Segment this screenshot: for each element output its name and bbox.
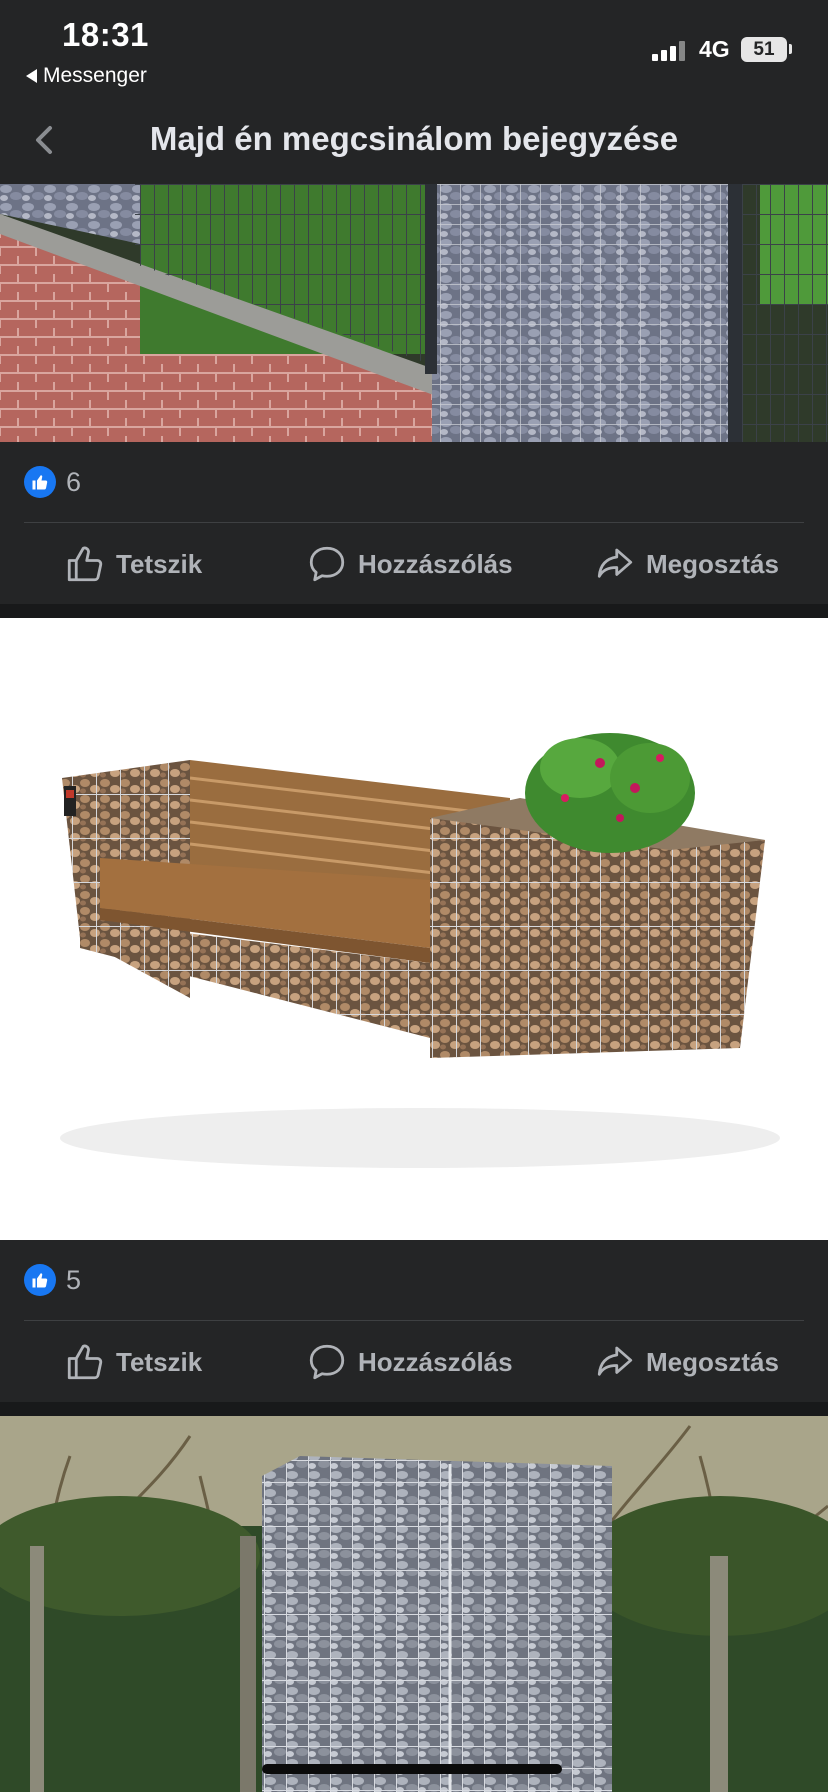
divider	[24, 1320, 804, 1321]
like-button[interactable]: Tetszik	[64, 524, 202, 604]
back-triangle-icon	[26, 69, 37, 83]
post-separator	[0, 604, 828, 618]
gabion-column-image	[0, 1416, 828, 1792]
like-label: Tetszik	[116, 548, 203, 579]
battery-level: 51	[753, 38, 775, 60]
top-nav-bar: Majd én megcsinálom bejegyzése	[0, 96, 828, 184]
comment-label: Hozzászólás	[358, 548, 513, 579]
share-icon	[597, 1346, 633, 1376]
home-indicator[interactable]	[262, 1764, 562, 1774]
reaction-summary[interactable]: 5	[24, 1264, 81, 1296]
comment-button[interactable]: Hozzászólás	[306, 1322, 513, 1402]
post-photo-gabion-column[interactable]	[0, 1416, 828, 1792]
status-bar: 18:31 Messenger 4G 51	[0, 0, 828, 96]
like-button[interactable]: Tetszik	[64, 1322, 202, 1402]
back-to-app-link[interactable]: Messenger	[26, 64, 147, 88]
comment-button[interactable]: Hozzászólás	[306, 524, 513, 604]
reaction-count: 6	[66, 466, 82, 497]
signal-strength-icon	[652, 41, 685, 61]
comment-icon	[309, 546, 345, 582]
thumbs-up-icon	[67, 1344, 103, 1380]
battery-icon: 51	[741, 37, 787, 62]
post-actions-block: 6 Tetszik Hozzászólás Megosztás	[0, 442, 828, 604]
comment-icon	[309, 1344, 345, 1380]
comment-label: Hozzászólás	[358, 1346, 513, 1377]
like-reaction-icon	[24, 466, 56, 498]
share-button[interactable]: Megosztás	[594, 1322, 779, 1402]
share-button[interactable]: Megosztás	[594, 524, 779, 604]
gabion-fence-image	[0, 184, 828, 442]
like-label: Tetszik	[116, 1346, 203, 1377]
status-time: 18:31	[62, 16, 149, 53]
back-app-label: Messenger	[43, 64, 147, 87]
post-separator	[0, 1402, 828, 1416]
post-photo-gabion-bench[interactable]	[0, 618, 828, 1240]
thumbs-up-icon	[67, 546, 103, 582]
action-row: Tetszik Hozzászólás Megosztás	[0, 524, 828, 604]
share-label: Megosztás	[646, 548, 779, 579]
post-photo-gabion-fence[interactable]	[0, 184, 828, 442]
reaction-summary[interactable]: 6	[24, 466, 81, 498]
action-row: Tetszik Hozzászólás Megosztás	[0, 1322, 828, 1402]
page-title: Majd én megcsinálom bejegyzése	[149, 120, 679, 157]
network-type: 4G	[699, 36, 730, 62]
like-reaction-icon	[24, 1264, 56, 1296]
reaction-count: 5	[66, 1264, 82, 1295]
share-icon	[597, 548, 633, 578]
battery-nub	[789, 44, 792, 54]
share-label: Megosztás	[646, 1346, 779, 1377]
divider	[24, 522, 804, 523]
post-actions-block: 5 Tetszik Hozzászólás Megosztás	[0, 1240, 828, 1402]
gabion-bench-image	[0, 618, 828, 1240]
